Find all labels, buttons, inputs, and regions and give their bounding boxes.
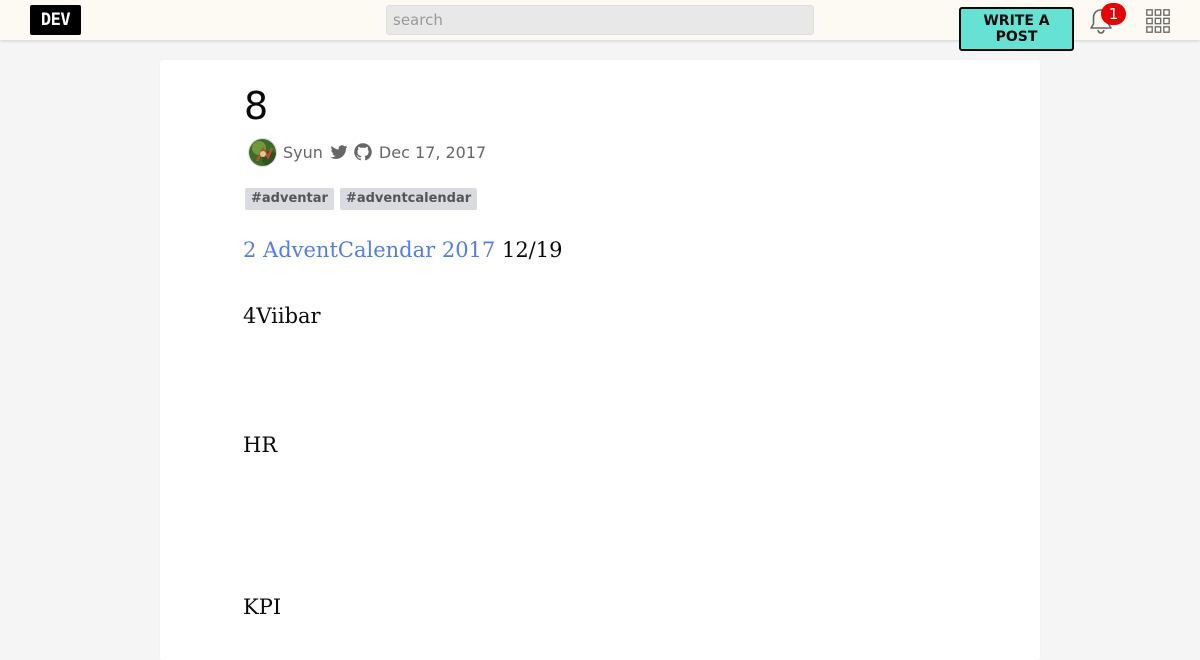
paragraph-text: 12/19 [495,238,563,262]
apps-grid-icon[interactable] [1146,9,1170,33]
paragraph: KPI [243,595,282,619]
paragraph: 2 AdventCalendar 2017 12/19 [243,236,562,264]
author-name[interactable]: Syun [283,143,323,162]
tag-adventar[interactable]: #adventar [245,188,334,210]
article-card: 8 Syun Dec 17, 2017 #adventar #adventcal… [160,60,1040,660]
twitter-icon[interactable] [329,142,349,162]
paragraph: HR [243,433,278,457]
dev-logo[interactable]: DEV [30,5,81,35]
github-icon[interactable] [353,142,373,162]
advent-calendar-link[interactable]: 2 AdventCalendar 2017 [243,238,495,262]
paragraph: 4Viibar [243,304,321,328]
tag-list: #adventar #adventcalendar [245,188,478,210]
article-title: 8 [244,84,269,128]
publish-date: Dec 17, 2017 [378,142,487,162]
avatar[interactable] [248,137,277,167]
search-input[interactable] [386,5,814,35]
byline: Syun Dec 17, 2017 [248,137,486,167]
top-navbar: DEV WRITE A POST 1 [0,0,1200,51]
notification-badge[interactable]: 1 [1101,3,1126,25]
tag-adventcalendar[interactable]: #adventcalendar [339,188,478,210]
write-post-button[interactable]: WRITE A POST [959,7,1074,51]
